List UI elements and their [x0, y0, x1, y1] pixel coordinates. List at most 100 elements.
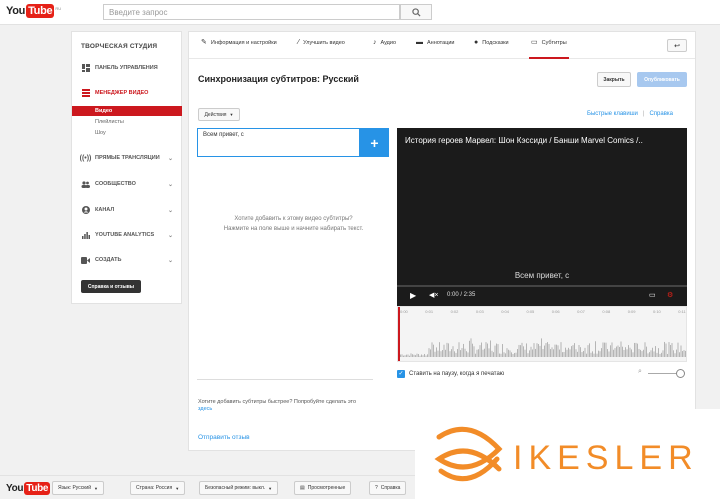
back-button[interactable]: ↩	[667, 39, 687, 52]
pause-while-typing[interactable]: ✓ Ставить на паузу, когда я печатаю	[397, 370, 504, 378]
playhead[interactable]	[398, 307, 400, 361]
tab-audio[interactable]: ♪ Аудио	[373, 39, 396, 59]
waveform-bar	[475, 353, 476, 357]
footer-youtube-logo[interactable]: You Tube	[6, 482, 51, 495]
waveform-bar	[484, 348, 485, 357]
subtitles-toggle-icon[interactable]: ▭	[649, 291, 656, 299]
waveform-bar	[682, 351, 683, 357]
caret-down-icon: ▼	[94, 485, 98, 491]
sidebar-sub-videos[interactable]: Видео	[72, 106, 182, 116]
search-input[interactable]: Введите запрос	[103, 4, 400, 20]
waveform-bar	[526, 343, 527, 357]
language-select[interactable]: Язык: Русский ▼	[52, 481, 104, 495]
waveform-bar	[451, 349, 452, 357]
hotkeys-link[interactable]: Быстрые клавиши	[587, 111, 638, 117]
waveform-bar	[604, 342, 605, 357]
waveform-bar	[595, 341, 596, 357]
tab-enhancements[interactable]: ⁄ Улучшить видео	[298, 39, 345, 59]
waveform-bar	[668, 342, 670, 357]
waveform-bar	[457, 349, 458, 357]
country-select[interactable]: Страна: Россия ▼	[130, 481, 186, 495]
caption-input[interactable]: Всем привет, с	[197, 128, 360, 157]
waveform-bar	[473, 346, 475, 357]
waveform-bar	[433, 344, 434, 357]
waveform-bar	[568, 347, 569, 357]
safe-mode-select[interactable]: Безопасный режим: выкл. ▼	[199, 481, 279, 495]
search-button[interactable]	[400, 4, 432, 20]
sidebar-sub-playlists[interactable]: Плейлисты	[72, 117, 182, 127]
sidebar-item-community[interactable]: СООБЩЕСТВО ⌄	[72, 177, 182, 191]
sidebar-item-channel[interactable]: КАНАЛ ⌄	[72, 203, 182, 217]
sidebar-item-live[interactable]: ((•)) ПРЯМЫЕ ТРАНСЛЯЦИИ ⌄	[72, 151, 182, 165]
waveform-bar	[461, 348, 463, 357]
help-link[interactable]: Справка	[649, 111, 673, 117]
waveform-bar	[520, 345, 521, 357]
youtube-logo[interactable]: You Tube RU	[6, 4, 61, 18]
tab-subtitles[interactable]: ▭ Субтитры	[529, 39, 569, 59]
help-button[interactable]: ? Справка	[369, 481, 407, 495]
faster-link[interactable]: здесь	[198, 406, 212, 412]
waveform-bar	[659, 353, 661, 357]
help-links: Быстрые клавиши | Справка	[587, 111, 673, 117]
waveform-bar	[560, 342, 562, 357]
close-button[interactable]: Закрыть	[597, 72, 631, 87]
timeline-ticks: 0:00 0:01 0:02 0:03 0:04 0:05 0:06 0:07 0:08 0:09…	[398, 309, 686, 315]
send-feedback-link[interactable]: Отправить отзыв	[198, 434, 250, 441]
waveform-bar	[482, 349, 484, 357]
audio-waveform[interactable]: 0:00 0:01 0:02 0:03 0:04 0:05 0:06 0:07 0:08 0:09…	[397, 306, 687, 362]
chevron-down-icon: ⌄	[167, 257, 173, 264]
empty-state-title: Хотите добавить к этому видео субтитры?	[234, 216, 353, 222]
waveform-bar	[532, 349, 533, 357]
caret-down-icon: ▼	[229, 112, 234, 117]
waveform-bar	[661, 352, 662, 357]
zoom-handle[interactable]	[676, 369, 685, 378]
zoom-slider[interactable]: ⌕	[638, 368, 686, 378]
sidebar-sub-shows[interactable]: Шоу	[72, 128, 182, 138]
sidebar-item-dashboard[interactable]: ПАНЕЛЬ УПРАВЛЕНИЯ	[72, 61, 182, 75]
waveform-bar	[463, 343, 464, 357]
mute-icon[interactable]: ◀×	[429, 291, 438, 299]
waveform-bar	[641, 351, 643, 357]
waveform-bar	[626, 349, 628, 357]
waveform-bar	[509, 350, 511, 357]
waveform-bar	[683, 350, 685, 357]
editor-tabs: ✎ Информация и настройки ⁄ Улучшить видео …	[189, 32, 695, 59]
waveform-bar	[491, 350, 493, 357]
publish-button[interactable]: Опубликовать	[637, 72, 687, 87]
waveform-bar	[679, 352, 680, 357]
footer-logo-tube: Tube	[24, 482, 51, 495]
waveform-bar	[400, 354, 401, 357]
waveform-bar	[530, 346, 532, 357]
waveform-bar	[625, 347, 626, 357]
waveform-bar	[464, 348, 466, 357]
waveform-bar	[515, 352, 517, 357]
waveform-bar	[421, 354, 422, 357]
waveform-bar	[596, 353, 598, 357]
sidebar-item-analytics[interactable]: YOUTUBE ANALYTICS ⌄	[72, 228, 182, 242]
play-icon[interactable]: ▶	[410, 291, 416, 300]
tab-annotations[interactable]: ▬ Аннотации	[416, 39, 455, 59]
checkbox-checked-icon[interactable]: ✓	[397, 370, 405, 378]
ikesler-text: IKESLER	[513, 439, 699, 477]
waveform-bar	[608, 351, 610, 357]
tab-info-settings[interactable]: ✎ Информация и настройки	[201, 39, 277, 59]
waveform-bar	[640, 349, 641, 357]
add-caption-button[interactable]: +	[360, 128, 389, 157]
tab-cards[interactable]: ● Подсказки	[474, 39, 509, 59]
waveform-bar	[406, 354, 407, 357]
help-feedback-button[interactable]: Справка и отзывы	[81, 280, 141, 293]
waveform-bar	[493, 352, 494, 357]
tab-label: Информация и настройки	[210, 40, 277, 46]
waveform-bar	[503, 352, 505, 357]
sidebar-item-create[interactable]: СОЗДАТЬ ⌄	[72, 253, 182, 267]
settings-gear-icon[interactable]: ⚙	[667, 291, 673, 299]
dashboard-icon	[81, 64, 90, 72]
sidebar-item-video-manager[interactable]: МЕНЕДЖЕР ВИДЕО	[72, 86, 182, 100]
video-player[interactable]: История героев Марвел: Шон Кэссиди / Бан…	[397, 128, 687, 306]
history-button[interactable]: ▤ Просмотренные	[294, 481, 352, 495]
waveform-bar	[502, 344, 503, 357]
actions-dropdown[interactable]: Действия ▼	[198, 108, 240, 121]
studio-sidebar: ТВОРЧЕСКАЯ СТУДИЯ ПАНЕЛЬ УПРАВЛЕНИЯ МЕНЕ…	[71, 31, 182, 304]
pause-option-label: Ставить на паузу, когда я печатаю	[409, 371, 505, 377]
waveform-bar	[419, 355, 421, 357]
